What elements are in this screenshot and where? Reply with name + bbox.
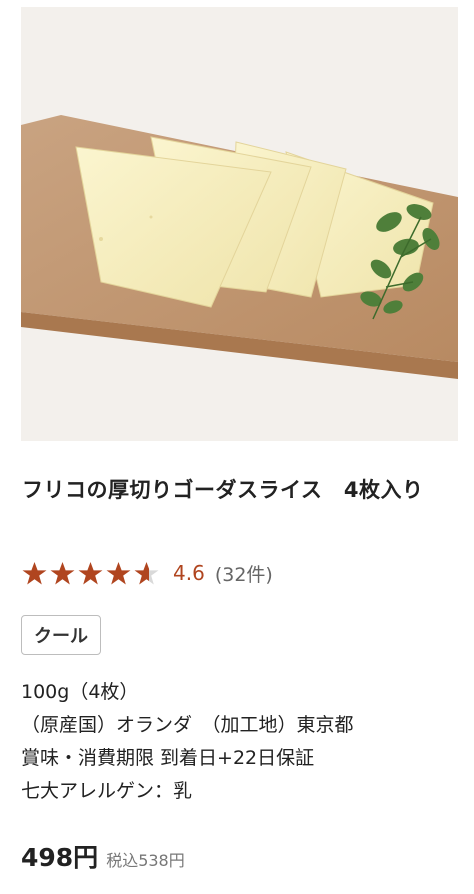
star-rating [21, 561, 161, 586]
detail-allergen: 七大アレルゲン：乳 [21, 780, 193, 802]
detail-origin: （原産国）オランダ （加工地）東京都 [21, 714, 354, 736]
star-icon [22, 561, 47, 584]
product-image[interactable] [21, 7, 458, 441]
product-details: 100g（4枚） （原産国）オランダ （加工地）東京都 賞味・消費期限 到着日+… [21, 676, 461, 808]
review-count-link[interactable]: (32件) [215, 560, 273, 587]
star-icon [106, 561, 131, 584]
cheese-slices-illustration [21, 7, 458, 441]
star-icon [134, 561, 159, 584]
detail-weight: 100g（4枚） [21, 681, 139, 703]
detail-expiry: 賞味・消費期限 到着日+22日保証 [21, 747, 315, 769]
rating-value: 4.6 [173, 561, 205, 585]
cool-delivery-badge: クール [21, 615, 101, 655]
star-icon [78, 561, 103, 584]
star-icon [50, 561, 75, 584]
product-title: フリコの厚切りゴーダスライス 4枚入り [22, 478, 424, 502]
price: 498円 [21, 843, 99, 872]
price-row: 498円 税込538円 [21, 838, 185, 874]
rating-row[interactable]: 4.6 (32件) [21, 559, 273, 587]
price-tax-included: 税込538円 [106, 851, 185, 870]
